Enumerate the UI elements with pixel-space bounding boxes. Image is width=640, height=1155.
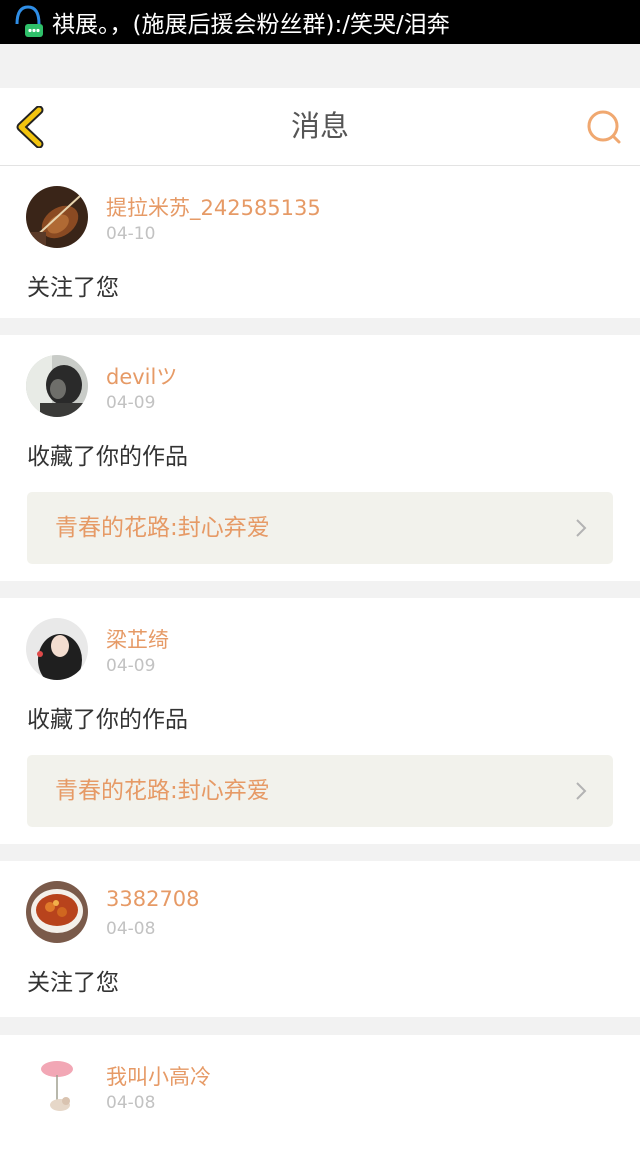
work-link-row[interactable]: 青春的花路:封心弃爱 (27, 755, 613, 827)
chevron-right-icon (576, 782, 587, 800)
username-link[interactable]: 3382708 (106, 887, 200, 911)
avatar[interactable] (26, 355, 88, 417)
message-list: 提拉米苏_242585135 04-10 关注了您 devilツ 04-09 收… (0, 166, 640, 1155)
status-bar: 祺展。，(施展后援会粉丝群):/笑哭/泪奔 (0, 0, 640, 44)
message-action-text: 收藏了你的作品 (27, 444, 188, 470)
message-date: 04-08 (106, 919, 156, 939)
search-icon[interactable] (584, 107, 624, 147)
message-action-text: 关注了您 (27, 970, 119, 996)
username-link[interactable]: 梁芷绮 (106, 624, 169, 654)
message-action-text: 关注了您 (27, 275, 119, 301)
message-date: 04-09 (106, 393, 156, 413)
work-title: 青春的花路:封心弃爱 (55, 515, 270, 541)
avatar[interactable] (26, 186, 88, 248)
message-date: 04-10 (106, 224, 156, 244)
message-card: 提拉米苏_242585135 04-10 关注了您 (0, 166, 640, 318)
message-card: 3382708 04-08 关注了您 (0, 861, 640, 1017)
username-link[interactable]: devilツ (106, 361, 177, 391)
avatar[interactable] (26, 1055, 88, 1117)
message-action-text: 收藏了你的作品 (27, 707, 188, 733)
work-title: 青春的花路:封心弃爱 (55, 778, 270, 804)
message-date: 04-08 (106, 1093, 156, 1113)
girl-portrait-avatar-icon (26, 618, 88, 680)
food-bowl-avatar-icon (26, 881, 88, 943)
dark-portrait-avatar-icon (26, 355, 88, 417)
avatar[interactable] (26, 881, 88, 943)
qq-notification-icon (15, 5, 43, 37)
violin-avatar-icon (26, 186, 88, 248)
username-link[interactable]: 我叫小高冷 (106, 1061, 211, 1091)
message-card: 我叫小高冷 04-08 (0, 1035, 640, 1155)
username-link[interactable]: 提拉米苏_242585135 (106, 192, 321, 222)
message-card: devilツ 04-09 收藏了你的作品 青春的花路:封心弃爱 (0, 335, 640, 581)
header-bar: 消息 (0, 88, 640, 166)
chevron-right-icon (576, 519, 587, 537)
work-link-row[interactable]: 青春的花路:封心弃爱 (27, 492, 613, 564)
notification-ticker-text: 祺展。，(施展后援会粉丝群):/笑哭/泪奔 (52, 12, 450, 38)
message-date: 04-09 (106, 656, 156, 676)
page-title: 消息 (290, 109, 349, 143)
message-card: 梁芷绮 04-09 收藏了你的作品 青春的花路:封心弃爱 (0, 598, 640, 844)
lotus-illustration-avatar-icon (26, 1055, 88, 1117)
avatar[interactable] (26, 618, 88, 680)
